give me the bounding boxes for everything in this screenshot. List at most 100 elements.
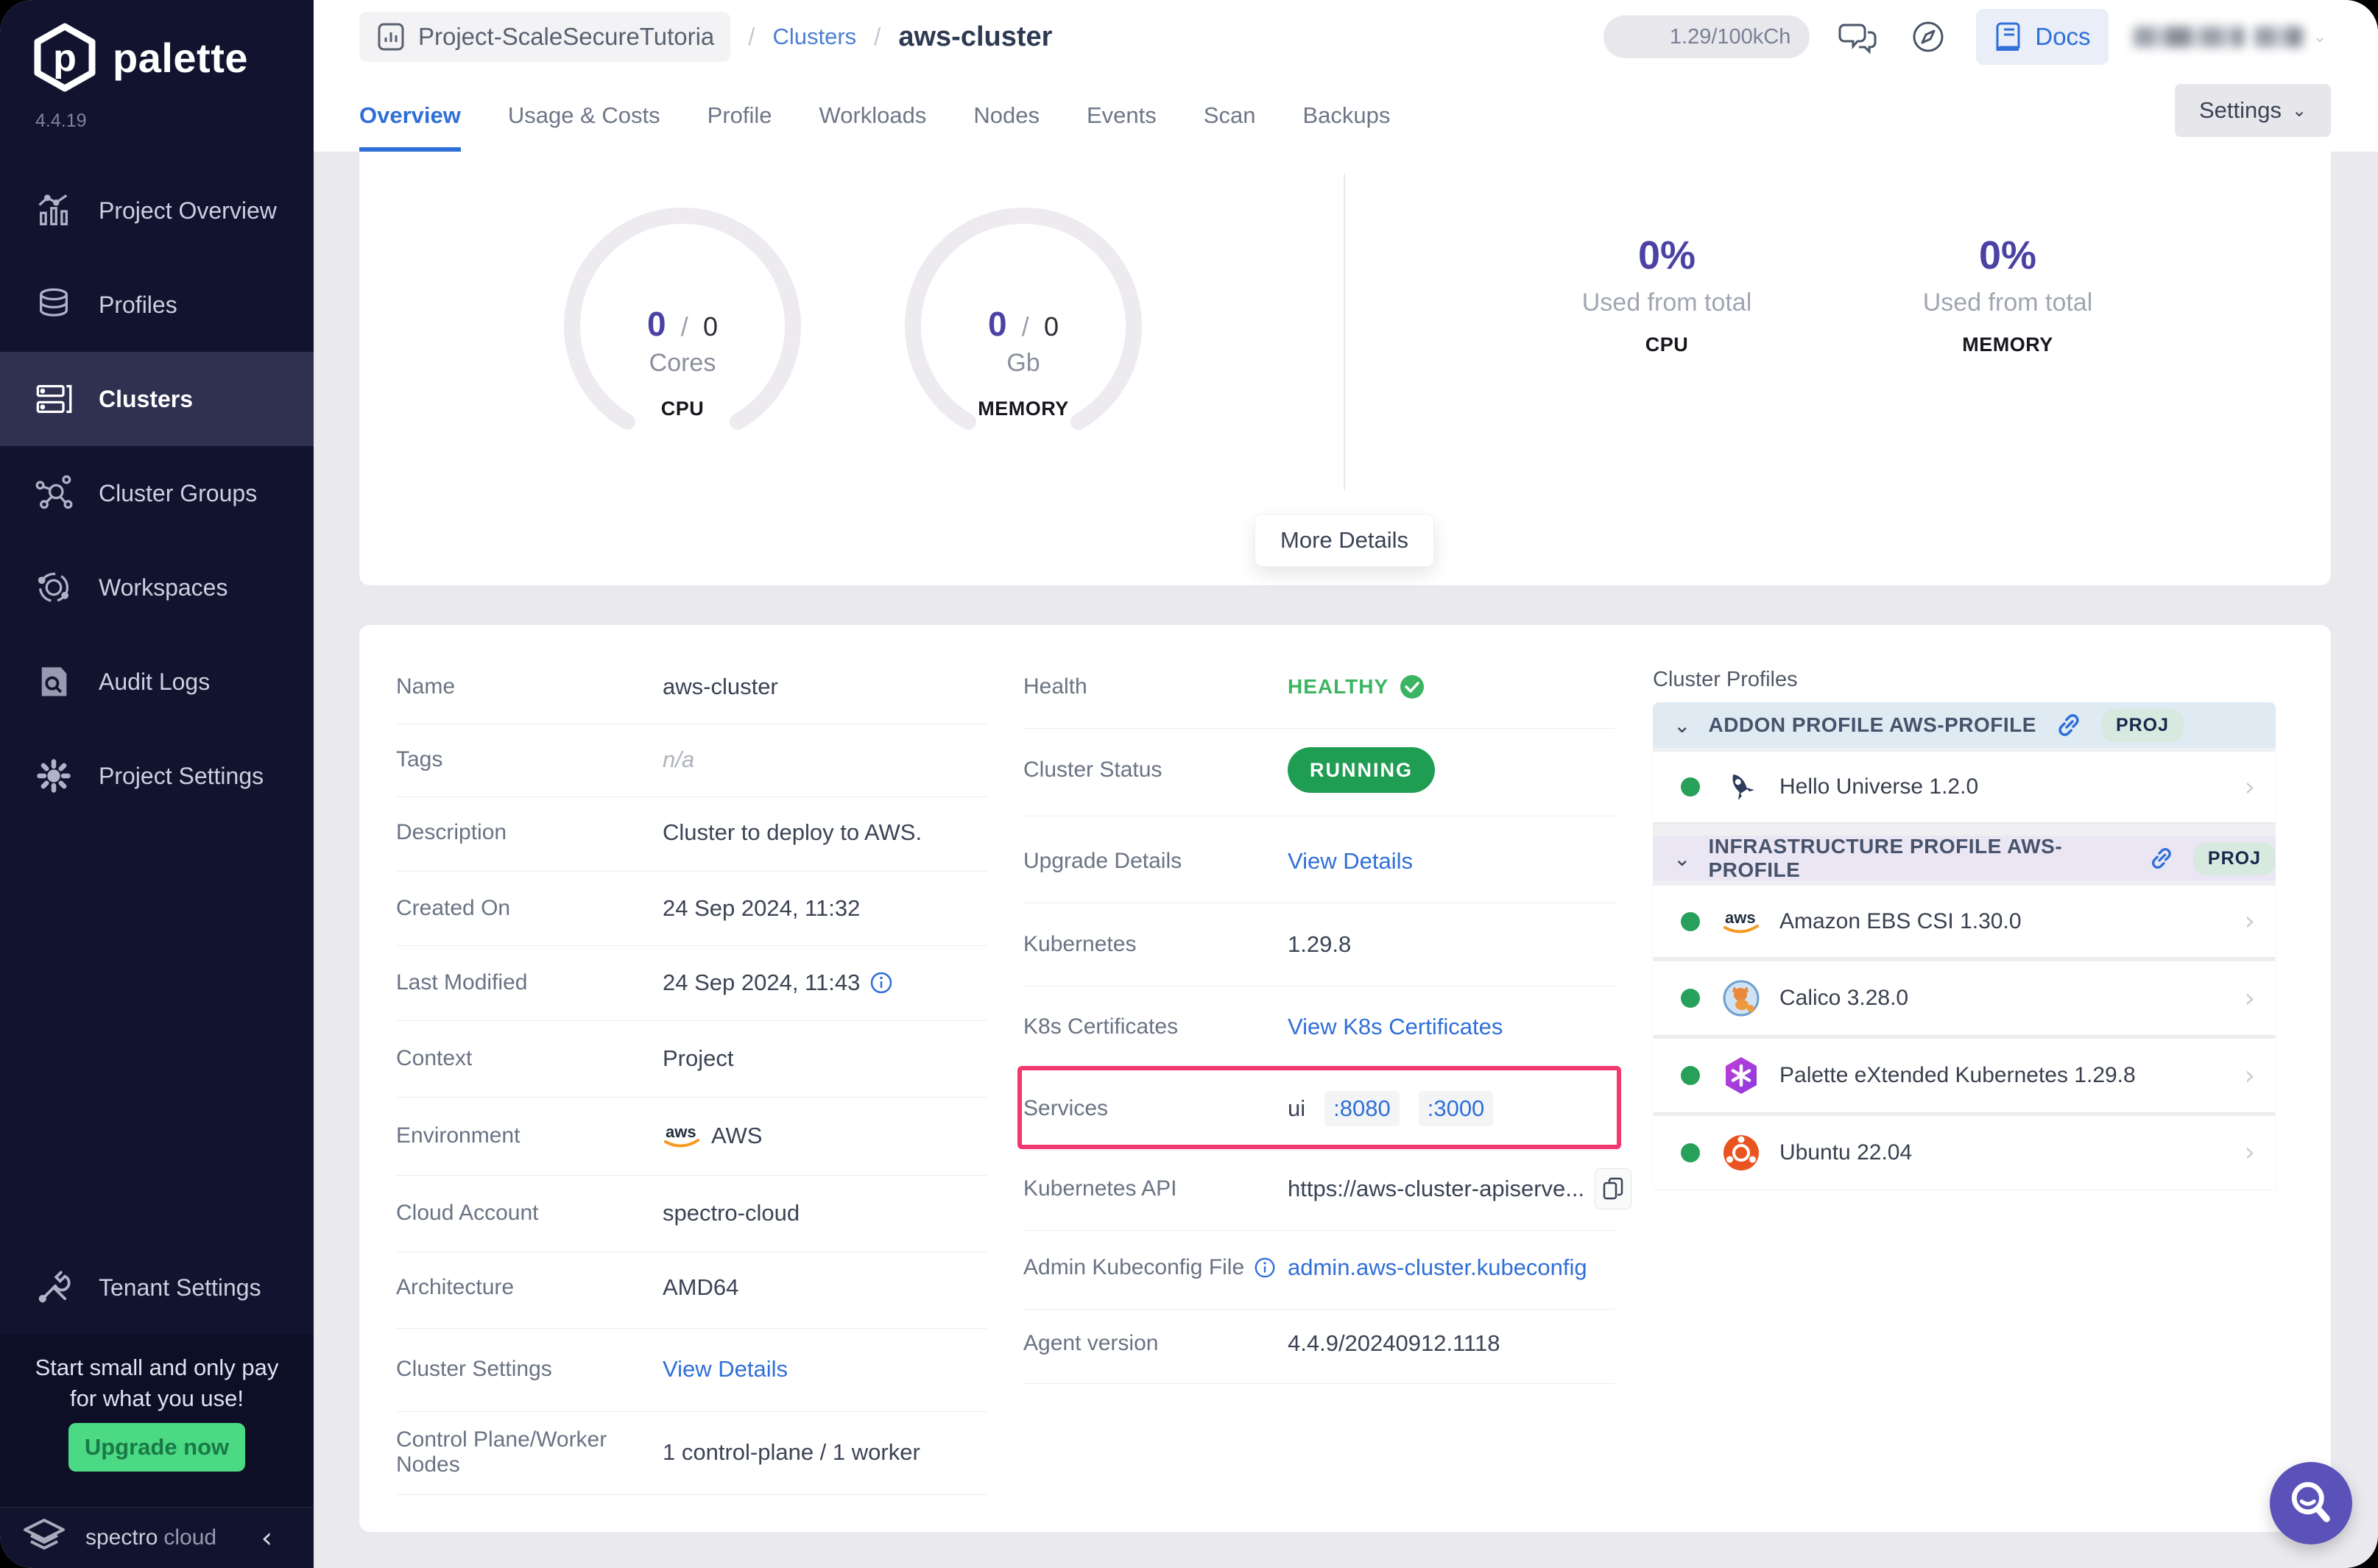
detail-row-upgrade-details: Upgrade Details View Details	[1023, 848, 1414, 875]
compass-icon[interactable]	[1905, 14, 1951, 60]
breadcrumb-project-chip[interactable]: Project-ScaleSecureTutoria	[359, 12, 731, 62]
service-name: ui	[1288, 1095, 1306, 1121]
detail-row-last-modified: Last Modified 24 Sep 2024, 11:43	[396, 961, 894, 1005]
header-right-cluster: 1.29/100kCh Docs ⌄	[1603, 0, 2326, 74]
promo-text: Start small and only pay for what you us…	[0, 1352, 314, 1414]
svg-text:aws: aws	[666, 1123, 696, 1141]
profile-item-calico[interactable]: Calico 3.28.0 ›	[1653, 961, 2276, 1035]
redacted-text	[2133, 27, 2244, 47]
upgrade-promo: Start small and only pay for what you us…	[0, 1335, 314, 1508]
cpu-gauge-unit: Cores	[649, 349, 716, 377]
addon-profile-group-header[interactable]: ⌄ ADDON PROFILE AWS-PROFILE PROJ	[1653, 702, 2276, 748]
user-name-redacted[interactable]: ⌄	[2133, 27, 2326, 47]
memory-usage-stat: 0% Used from total MEMORY	[1875, 233, 2140, 356]
service-port-3000-link[interactable]: :3000	[1418, 1091, 1494, 1126]
promo-line1: Start small and only pay	[35, 1355, 279, 1380]
sidebar-item-clusters[interactable]: Clusters	[0, 352, 314, 446]
link-icon	[2152, 848, 2171, 869]
copy-button[interactable]	[1595, 1168, 1632, 1209]
collapse-sidebar-icon[interactable]: ‹	[261, 1522, 272, 1554]
profile-item-ubuntu[interactable]: Ubuntu 22.04 ›	[1653, 1116, 2276, 1189]
tab-overview[interactable]: Overview	[359, 84, 461, 152]
app-version: 4.4.19	[35, 110, 87, 131]
chevron-down-icon: ⌄	[2291, 100, 2307, 121]
help-search-fab[interactable]	[2270, 1462, 2352, 1544]
profile-item-amazon-ebs-csi[interactable]: aws Amazon EBS CSI 1.30.0 ›	[1653, 886, 2276, 957]
metrics-card: 0 / 0 Cores CPU 0 / 0 Gb MEMORY 0% Used …	[359, 152, 2331, 585]
more-details-button[interactable]: More Details	[1255, 514, 1434, 567]
cpu-gauge: 0 / 0 Cores CPU	[561, 205, 804, 448]
kubeconfig-download-link[interactable]: admin.aws-cluster.kubeconfig	[1288, 1254, 1587, 1281]
top-header: Project-ScaleSecureTutoria / Clusters / …	[314, 0, 2378, 152]
sidebar-item-workspaces[interactable]: Workspaces	[0, 540, 314, 635]
chevron-right-icon: ›	[2244, 906, 2255, 936]
footer-brand: spectro cloud	[85, 1525, 217, 1550]
detail-row-description: Description Cluster to deploy to AWS.	[396, 819, 922, 845]
check-circle-icon	[1400, 675, 1425, 699]
detail-row-cluster-status: Cluster Status RUNNING	[1023, 747, 1435, 793]
memory-usage-caption: Used from total	[1922, 289, 2093, 317]
tab-scan[interactable]: Scan	[1204, 84, 1256, 152]
sidebar-item-project-overview[interactable]: Project Overview	[0, 163, 314, 258]
audit-log-icon	[33, 661, 74, 702]
sidebar-item-label: Project Overview	[99, 197, 277, 224]
memory-gauge-unit: Gb	[1006, 349, 1040, 377]
settings-button[interactable]: Settings ⌄	[2175, 84, 2331, 137]
detail-row-name: Name aws-cluster	[396, 674, 778, 699]
tab-events[interactable]: Events	[1087, 84, 1157, 152]
link-icon	[2058, 714, 2079, 736]
chat-icon[interactable]	[1835, 14, 1880, 60]
detail-row-control-plane: Control Plane/Worker Nodes 1 control-pla…	[396, 1427, 920, 1477]
sidebar-item-label: Tenant Settings	[99, 1274, 261, 1301]
cpu-usage-stat: 0% Used from total CPU	[1534, 233, 1799, 356]
docs-button[interactable]: Docs	[1976, 9, 2109, 65]
sidebar-item-cluster-groups[interactable]: Cluster Groups	[0, 446, 314, 540]
tab-nodes[interactable]: Nodes	[973, 84, 1040, 152]
detail-row-health: Health HEALTHY	[1023, 665, 1425, 709]
tab-usage-costs[interactable]: Usage & Costs	[508, 84, 660, 152]
detail-row-cluster-settings: Cluster Settings View Details	[396, 1356, 788, 1382]
sidebar-footer: spectro cloud ‹	[0, 1507, 314, 1568]
cluster-settings-view-details-link[interactable]: View Details	[663, 1356, 788, 1382]
chevron-down-icon: ⌄	[1673, 713, 1691, 738]
memory-usage-percent: 0%	[1978, 233, 2037, 278]
breadcrumb-clusters-link[interactable]: Clusters	[772, 24, 856, 50]
infrastructure-profile-group-header[interactable]: ⌄ INFRASTRUCTURE PROFILE AWS-PROFILE PRO…	[1653, 835, 2276, 881]
breadcrumb-project-name: Project-ScaleSecureTutoria	[418, 23, 715, 50]
tab-workloads[interactable]: Workloads	[819, 84, 927, 152]
network-icon	[33, 473, 74, 514]
cluster-tabs: Overview Usage & Costs Profile Workloads…	[359, 84, 1390, 152]
sidebar-item-label: Clusters	[99, 385, 194, 412]
addon-profile-group-name: ADDON PROFILE AWS-PROFILE	[1708, 713, 2036, 736]
breadcrumb-separator: /	[748, 23, 755, 50]
upgrade-view-details-link[interactable]: View Details	[1288, 848, 1413, 875]
sidebar-item-profiles[interactable]: Profiles	[0, 258, 314, 352]
info-icon[interactable]	[869, 970, 894, 995]
tab-backups[interactable]: Backups	[1302, 84, 1390, 152]
view-k8s-certificates-link[interactable]: View K8s Certificates	[1288, 1014, 1503, 1040]
sidebar-item-tenant-settings[interactable]: Tenant Settings	[0, 1240, 314, 1335]
upgrade-now-button[interactable]: Upgrade now	[68, 1423, 245, 1472]
status-dot	[1681, 1066, 1700, 1085]
detail-row-k8s-certificates: K8s Certificates View K8s Certificates	[1023, 1014, 1503, 1040]
status-dot	[1681, 777, 1700, 797]
layers-icon	[33, 284, 74, 325]
sidebar-item-audit-logs[interactable]: Audit Logs	[0, 635, 314, 729]
redacted-text	[2254, 27, 2303, 47]
clusters-icon	[33, 378, 74, 420]
sidebar-item-label: Project Settings	[99, 762, 264, 789]
detail-row-tags: Tags n/a	[396, 746, 695, 772]
memory-gauge-value: 0 / 0	[987, 305, 1059, 343]
info-icon[interactable]	[1253, 1256, 1277, 1279]
detail-row-created-on: Created On 24 Sep 2024, 11:32	[396, 895, 861, 921]
cpu-gauge-value: 0 / 0	[646, 305, 719, 343]
profile-item-palette-extended-kubernetes[interactable]: Palette eXtended Kubernetes 1.29.8 ›	[1653, 1039, 2276, 1112]
metrics-divider	[1344, 174, 1345, 490]
service-port-8080-link[interactable]: :8080	[1324, 1091, 1400, 1126]
svg-text:aws: aws	[1725, 908, 1756, 927]
sidebar-item-project-settings[interactable]: Project Settings	[0, 729, 314, 823]
cpu-usage-caption: Used from total	[1581, 289, 1752, 317]
tab-profile[interactable]: Profile	[708, 84, 772, 152]
magnifier-smile-icon	[2291, 1482, 2330, 1522]
profile-item-hello-universe[interactable]: Hello Universe 1.2.0 ›	[1653, 752, 2276, 822]
